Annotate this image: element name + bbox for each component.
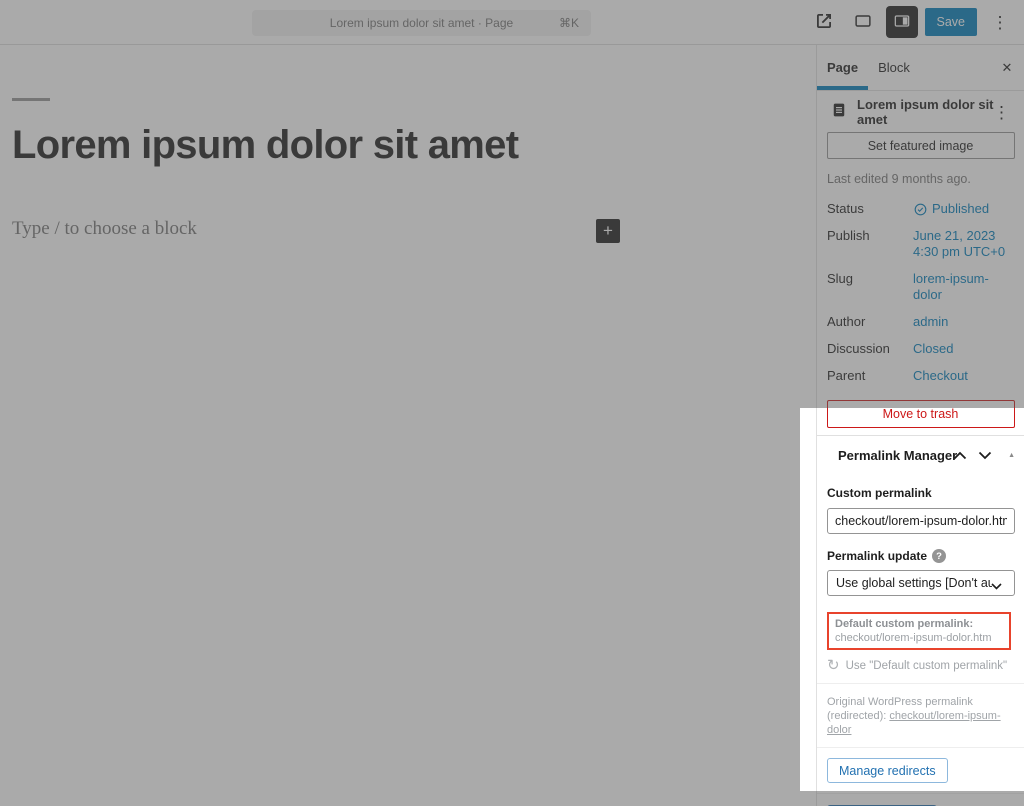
- row-parent: Parent Checkout: [827, 368, 1014, 384]
- permalink-panel-title: Permalink Manager: [838, 448, 957, 463]
- preview-button[interactable]: [847, 6, 879, 38]
- empty-block-row[interactable]: Type / to choose a block +: [12, 218, 620, 240]
- row-author: Author admin: [827, 314, 1014, 330]
- discussion-link[interactable]: Closed: [913, 341, 1014, 357]
- document-title-breadcrumb: Lorem ipsum dolor sit amet · Page: [330, 16, 513, 30]
- permalink-update-select[interactable]: Use global settings [Don't auto-up: [827, 570, 1015, 596]
- check-circle-icon: [913, 202, 928, 217]
- tab-block[interactable]: Block: [868, 45, 920, 90]
- post-title[interactable]: Lorem ipsum dolor sit amet: [12, 123, 620, 168]
- page-card: Lorem ipsum dolor sit amet ⋮: [817, 97, 1024, 127]
- row-status: Status Published: [827, 201, 1014, 217]
- original-permalink-text: Original WordPress permalink (redirected…: [827, 695, 1023, 737]
- move-to-trash-button[interactable]: Move to trash: [827, 400, 1015, 428]
- save-button[interactable]: Save: [925, 8, 978, 36]
- command-palette-button[interactable]: Lorem ipsum dolor sit amet · Page ⌘K: [252, 10, 591, 36]
- row-label: Publish: [827, 228, 913, 260]
- status-link[interactable]: Published: [932, 201, 989, 217]
- permalink-update-label: Permalink update: [827, 549, 927, 563]
- device-preview-icon: [852, 10, 874, 35]
- close-icon: ✕: [1002, 60, 1013, 75]
- row-label: Author: [827, 314, 913, 330]
- row-discussion: Discussion Closed: [827, 341, 1014, 357]
- block-inserter-button[interactable]: +: [596, 219, 620, 243]
- author-link[interactable]: admin: [913, 314, 1014, 330]
- document-icon: [830, 101, 848, 124]
- help-icon[interactable]: ?: [932, 549, 946, 563]
- tab-page[interactable]: Page: [817, 45, 868, 90]
- divider: [817, 683, 1024, 684]
- custom-permalink-label: Custom permalink: [827, 486, 1014, 500]
- separator-dash: [12, 98, 50, 101]
- command-shortcut-hint: ⌘K: [559, 16, 579, 30]
- sidebar-panel-icon: [892, 11, 912, 34]
- custom-permalink-input[interactable]: [827, 508, 1015, 534]
- editor-canvas[interactable]: Lorem ipsum dolor sit amet Type / to cho…: [0, 45, 816, 806]
- row-label: Parent: [827, 368, 913, 384]
- status-value[interactable]: Published: [913, 201, 1014, 217]
- last-edited-text: Last edited 9 months ago.: [827, 172, 1024, 186]
- move-panel-up-button[interactable]: [951, 446, 969, 464]
- collapse-panel-button[interactable]: ▲: [1008, 452, 1015, 459]
- permalink-manager-panel: Permalink Manager ▲ Custom permalink Per…: [817, 435, 1024, 806]
- page-card-menu-icon[interactable]: ⋮: [993, 104, 1010, 121]
- external-link-icon: [814, 11, 834, 34]
- slug-link[interactable]: lorem-ipsum-dolor: [913, 271, 1014, 303]
- chevron-up-icon: [953, 448, 967, 463]
- default-permalink-label: Default custom permalink:: [835, 618, 973, 630]
- use-default-permalink-label: Use "Default custom permalink": [846, 660, 1008, 672]
- row-label: Discussion: [827, 341, 913, 357]
- block-placeholder-text: Type / to choose a block: [12, 218, 197, 240]
- divider: [817, 747, 1024, 748]
- row-label: Status: [827, 201, 913, 217]
- chevron-down-icon: [978, 448, 992, 463]
- permalink-panel-header[interactable]: Permalink Manager ▲: [817, 436, 1024, 474]
- permalink-update-label-row: Permalink update ?: [827, 549, 1014, 563]
- publish-date-link[interactable]: June 21, 2023 4:30 pm UTC+0: [913, 228, 1014, 260]
- options-menu-button[interactable]: ⋮: [984, 6, 1016, 38]
- plus-icon: +: [603, 221, 613, 240]
- row-publish: Publish June 21, 2023 4:30 pm UTC+0: [827, 228, 1014, 260]
- collapse-triangle-icon: ▲: [1008, 452, 1015, 459]
- manage-redirects-button[interactable]: Manage redirects: [827, 758, 948, 783]
- parent-link[interactable]: Checkout: [913, 368, 1014, 384]
- panel-reorder-controls: [951, 446, 994, 464]
- reset-icon: ↻: [827, 658, 840, 673]
- settings-sidebar: Page Block ✕ Lorem ipsum dolor sit amet …: [816, 45, 1024, 806]
- top-bar-actions: Save ⋮: [808, 0, 1017, 44]
- sidebar-tabs: Page Block ✕: [817, 45, 1024, 91]
- move-panel-down-button[interactable]: [976, 446, 994, 464]
- default-permalink-annotation-box: Default custom permalink: checkout/lorem…: [827, 612, 1011, 650]
- use-default-permalink-button[interactable]: ↻ Use "Default custom permalink": [827, 658, 1014, 673]
- set-featured-image-button[interactable]: Set featured image: [827, 132, 1015, 159]
- kebab-menu-icon: ⋮: [992, 14, 1009, 31]
- summary-rows: Status Published Publish June 21, 2023 4…: [827, 201, 1014, 384]
- editor-top-bar: Lorem ipsum dolor sit amet · Page ⌘K Sav…: [0, 0, 1024, 45]
- default-permalink-value: checkout/lorem-ipsum-dolor.htm: [835, 632, 992, 644]
- row-label: Slug: [827, 271, 913, 303]
- view-page-button[interactable]: [808, 6, 840, 38]
- permalink-panel-body: Custom permalink Permalink update ? Use …: [817, 474, 1024, 806]
- close-sidebar-button[interactable]: ✕: [998, 59, 1016, 77]
- row-slug: Slug lorem-ipsum-dolor: [827, 271, 1014, 303]
- divider: [817, 793, 1024, 794]
- permalink-update-selected-value: Use global settings [Don't auto-up: [836, 576, 992, 590]
- settings-sidebar-toggle[interactable]: [886, 6, 918, 38]
